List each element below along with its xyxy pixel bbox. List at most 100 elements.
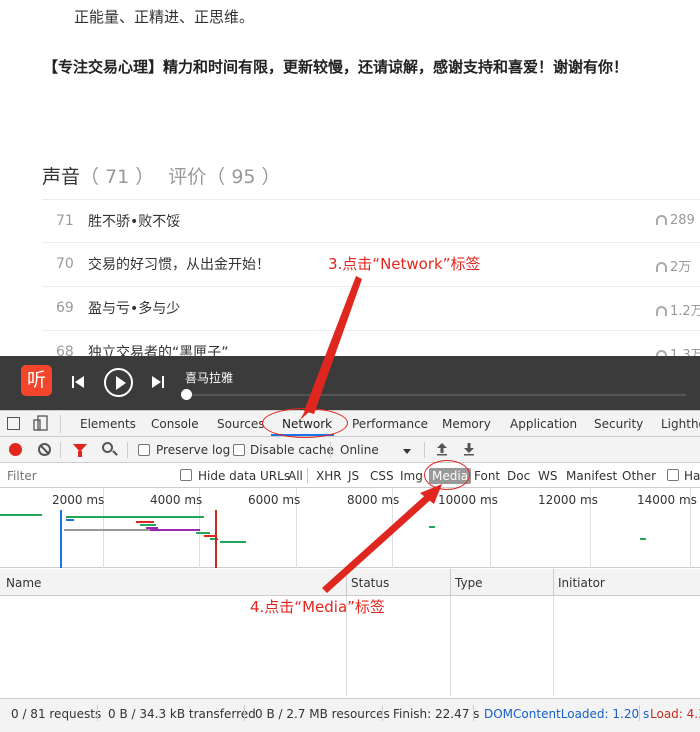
- timeline-tick: 4000 ms: [150, 493, 203, 507]
- network-timeline[interactable]: 2000 ms 4000 ms 6000 ms 8000 ms 10000 ms…: [0, 488, 700, 568]
- column-name[interactable]: Name: [6, 576, 41, 590]
- filter-icon[interactable]: [73, 444, 87, 457]
- import-icon[interactable]: [437, 442, 447, 456]
- track-number: 69: [56, 300, 74, 316]
- tab-sources[interactable]: Sources: [217, 417, 264, 431]
- timeline-bar: [66, 516, 204, 518]
- headphones-icon: [656, 306, 667, 316]
- player-track-name: 喜马拉雅: [185, 371, 234, 385]
- chevron-down-icon[interactable]: [403, 449, 411, 454]
- filter-doc[interactable]: Doc: [507, 469, 530, 483]
- throttle-select[interactable]: Online: [340, 443, 379, 457]
- hide-data-urls-checkbox[interactable]: [180, 469, 192, 481]
- filter-other[interactable]: Other: [622, 469, 656, 483]
- timeline-bar: [150, 529, 200, 531]
- ximalaya-logo[interactable]: 听: [21, 365, 52, 396]
- screenshot-root: 正能量、正精进、正思维。 【专注交易心理】精力和时间有限，更新较慢，还请谅解，感…: [0, 0, 700, 732]
- preserve-log-label: Preserve log: [156, 443, 231, 457]
- load-marker: [215, 510, 217, 568]
- tab-review[interactable]: 评价（ 95 ）: [168, 166, 280, 188]
- dom-content-loaded-time: DOMContentLoaded: 1.20 s: [484, 707, 650, 721]
- track-number: 71: [56, 213, 74, 229]
- headphones-icon: [656, 262, 667, 272]
- timeline-bar: [429, 526, 435, 528]
- status-separator: [97, 705, 98, 721]
- request-table-header: Name Status Type Initiator: [0, 569, 700, 596]
- column-status[interactable]: Status: [351, 576, 389, 590]
- column-type[interactable]: Type: [455, 576, 483, 590]
- annotation-step4: 4.点击“Media”标签: [250, 598, 385, 616]
- notice-text: 【专注交易心理】精力和时间有限，更新较慢，还请谅解，感谢支持和喜爱！谢谢有你！: [43, 58, 629, 76]
- status-separator: [473, 705, 474, 721]
- tab-console[interactable]: Console: [151, 417, 199, 431]
- status-separator: [382, 705, 383, 721]
- tab-security[interactable]: Security: [594, 417, 643, 431]
- track-title[interactable]: 交易的好习惯，从出金开始！: [88, 254, 270, 274]
- tab-sound[interactable]: 声音（ 71 ）: [42, 166, 154, 188]
- timeline-bar: [210, 538, 218, 540]
- device-toolbar-icon[interactable]: [33, 415, 49, 432]
- devtools-tabbar: Elements Console Sources Network Perform…: [0, 411, 700, 437]
- inspect-icon[interactable]: [7, 417, 20, 430]
- finish-time: Finish: 22.47 s: [393, 707, 480, 721]
- tab-elements[interactable]: Elements: [80, 417, 136, 431]
- filter-img[interactable]: Img: [400, 469, 423, 483]
- timeline-bar: [220, 541, 246, 543]
- filter-js[interactable]: JS: [348, 469, 359, 483]
- timeline-tick: 8000 ms: [347, 493, 400, 507]
- hide-data-urls-label: Hide data URLs: [198, 469, 291, 483]
- clear-icon[interactable]: [38, 443, 51, 456]
- search-icon[interactable]: [102, 442, 113, 453]
- preserve-log-checkbox[interactable]: [138, 444, 150, 456]
- tab-lighthouse[interactable]: Lighthouse: [661, 417, 700, 431]
- network-status-bar: 0 / 81 requests 0 B / 34.3 kB transferre…: [0, 698, 700, 732]
- play-button[interactable]: [104, 368, 133, 397]
- track-title[interactable]: 胜不骄•败不馁: [88, 211, 180, 231]
- timeline-bar: [640, 538, 646, 540]
- filter-all[interactable]: All: [288, 469, 303, 483]
- has-blocked-checkbox[interactable]: [667, 469, 679, 481]
- tab-performance[interactable]: Performance: [352, 417, 428, 431]
- toolbar-separator: [60, 442, 61, 458]
- transferred-size: 0 B / 34.3 kB transferred: [108, 707, 256, 721]
- track-row[interactable]: 69 盈与亏•多与少 1.2万: [42, 287, 700, 331]
- progress-bar[interactable]: [186, 394, 686, 396]
- filter-font[interactable]: Font: [474, 469, 500, 483]
- dom-content-loaded-marker: [60, 510, 62, 568]
- filter-ws[interactable]: WS: [538, 469, 557, 483]
- disable-cache-label: Disable cache: [250, 443, 334, 457]
- track-title[interactable]: 盈与亏•多与少: [88, 298, 180, 318]
- record-icon[interactable]: [9, 443, 22, 456]
- filter-input[interactable]: [3, 466, 165, 485]
- timeline-tick: 2000 ms: [52, 493, 105, 507]
- resources-size: 0 B / 2.7 MB resources: [255, 707, 390, 721]
- timeline-bar: [0, 514, 42, 516]
- load-time: Load: 4.39: [650, 707, 700, 721]
- filter-xhr[interactable]: XHR: [316, 469, 342, 483]
- track-plays: 289: [656, 213, 695, 228]
- tab-memory[interactable]: Memory: [442, 417, 491, 431]
- timeline-tick: 6000 ms: [248, 493, 301, 507]
- toolbar-separator: [330, 442, 331, 458]
- disable-cache-checkbox[interactable]: [233, 444, 245, 456]
- filter-css[interactable]: CSS: [370, 469, 394, 483]
- tab-separator: [60, 415, 61, 433]
- status-separator: [244, 705, 245, 721]
- tab-application[interactable]: Application: [510, 417, 577, 431]
- timeline-bar: [140, 524, 156, 526]
- column-separator: [553, 569, 554, 596]
- filter-manifest[interactable]: Manifest: [566, 469, 617, 483]
- filter-bar: Hide data URLs All XHR JS CSS Img Media …: [0, 463, 700, 488]
- track-number: 70: [56, 256, 74, 272]
- has-blocked-label: Ha: [684, 469, 700, 483]
- devtools-panel: Elements Console Sources Network Perform…: [0, 410, 700, 732]
- column-initiator[interactable]: Initiator: [558, 576, 605, 590]
- toolbar-separator: [424, 442, 425, 458]
- next-icon[interactable]: [152, 376, 164, 388]
- track-plays: 1.2万: [656, 300, 700, 319]
- export-icon[interactable]: [464, 442, 474, 456]
- track-row[interactable]: 71 胜不骄•败不馁 289: [42, 199, 700, 243]
- annotation-step3: 3.点击“Network”标签: [328, 255, 481, 273]
- previous-icon[interactable]: [72, 376, 84, 388]
- progress-handle[interactable]: [181, 389, 192, 400]
